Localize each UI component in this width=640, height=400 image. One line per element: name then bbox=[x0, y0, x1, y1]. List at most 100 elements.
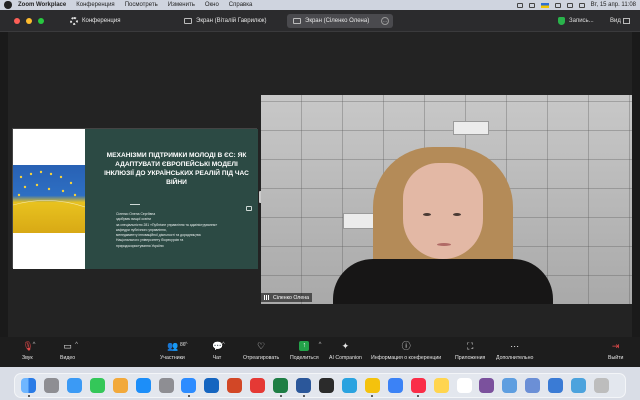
share-screen-button[interactable]: ↑ Поделиться ^ bbox=[290, 341, 322, 365]
menu-item-edit[interactable]: Изменить bbox=[168, 2, 195, 8]
finder-icon[interactable] bbox=[21, 378, 36, 393]
mail-icon[interactable] bbox=[387, 378, 403, 393]
menu-item-help[interactable]: Справка bbox=[229, 2, 253, 8]
ceiling-lamp bbox=[453, 121, 489, 135]
running-indicator bbox=[371, 395, 374, 397]
excel-icon[interactable] bbox=[273, 378, 289, 393]
leave-label: Выйти bbox=[608, 355, 624, 361]
mute-button[interactable]: 🎙 Звук ^ bbox=[22, 341, 36, 365]
chat-label: Чат bbox=[212, 355, 222, 361]
chrome-icon[interactable] bbox=[364, 378, 380, 393]
react-button[interactable]: ♡ Отреагировать bbox=[243, 341, 279, 365]
menu-item-conference[interactable]: Конференция bbox=[76, 2, 114, 8]
running-indicator bbox=[27, 395, 30, 397]
chat-icon: 💬 bbox=[212, 341, 224, 351]
participant-name: Сіленко Олена bbox=[273, 294, 309, 301]
downloads-icon[interactable] bbox=[548, 378, 564, 393]
menu-app[interactable]: Zoom Workplace bbox=[18, 2, 66, 8]
share-label: Поделиться bbox=[290, 355, 319, 361]
menu-bar: Zoom Workplace Конференция Посмотреть Из… bbox=[0, 0, 640, 10]
search-icon[interactable] bbox=[566, 2, 573, 8]
running-indicator bbox=[279, 395, 282, 397]
chevron-up-icon[interactable]: ^ bbox=[33, 342, 36, 348]
preview-icon[interactable] bbox=[502, 378, 518, 393]
leave-button[interactable]: ⇥ Выйти bbox=[608, 341, 623, 365]
photos-icon[interactable] bbox=[112, 378, 128, 393]
apps-button[interactable]: ⛶ Приложения bbox=[455, 341, 485, 365]
share-arrow-icon: ↑ bbox=[299, 341, 310, 351]
menubar-clock[interactable]: Вт, 15 апр. 11:08 bbox=[591, 2, 636, 8]
files-icon[interactable] bbox=[525, 378, 541, 393]
chevron-up-icon[interactable]: ^ bbox=[319, 342, 322, 348]
conference-icon bbox=[70, 17, 78, 25]
calendar-icon[interactable] bbox=[456, 378, 472, 393]
safari-icon[interactable] bbox=[66, 378, 82, 393]
heart-icon: ♡ bbox=[257, 341, 266, 351]
control-center-icon[interactable] bbox=[578, 2, 585, 8]
terminal-icon[interactable] bbox=[319, 378, 334, 393]
slide-divider bbox=[130, 204, 140, 205]
participant-face bbox=[403, 163, 483, 259]
menu-item-window[interactable]: Окно bbox=[205, 2, 219, 8]
video-button[interactable]: ▭ Видео ^ bbox=[60, 341, 78, 365]
video-label: Видео bbox=[60, 355, 76, 361]
facetime-icon[interactable] bbox=[89, 378, 105, 393]
screen-tab-1-label: Экран (Віталій Гаврилюк) bbox=[196, 18, 267, 24]
signal-icon bbox=[264, 295, 270, 300]
more-button[interactable]: ⋯ Дополнительно bbox=[496, 341, 533, 365]
battery-icon[interactable] bbox=[516, 2, 523, 8]
eye bbox=[423, 213, 431, 216]
telegram-icon[interactable] bbox=[341, 378, 357, 393]
chevron-up-icon[interactable]: ^ bbox=[222, 342, 225, 348]
apps-icon: ⛶ bbox=[467, 341, 474, 351]
conference-label: Конференция bbox=[82, 18, 121, 24]
powerpoint-icon[interactable] bbox=[227, 378, 243, 393]
screen-icon[interactable] bbox=[528, 2, 535, 8]
more-label: Дополнительно bbox=[496, 355, 534, 361]
conference-tab[interactable]: Конференция bbox=[70, 14, 120, 28]
ai-companion-button[interactable]: ✦ AI Companion bbox=[329, 341, 362, 365]
zoom-window-button[interactable] bbox=[38, 18, 44, 24]
appstore-icon[interactable] bbox=[135, 378, 151, 393]
meeting-info-button[interactable]: ⓘ Информация о конференции bbox=[371, 341, 441, 365]
launchpad-icon[interactable] bbox=[43, 378, 59, 393]
menu-item-view[interactable]: Посмотреть bbox=[125, 2, 158, 8]
screen-tab-2[interactable]: Экран (Сіленко Олена) … bbox=[287, 14, 393, 28]
word-icon[interactable] bbox=[296, 378, 312, 393]
wifi-icon[interactable] bbox=[554, 2, 561, 8]
slide-title: МЕХАНІЗМИ ПІДТРИМКИ МОЛОДІ В ЄС: ЯК АДАП… bbox=[104, 152, 249, 186]
slide-body: Сіленко Олена Сергіївна здобувач вищої о… bbox=[116, 212, 250, 249]
participant-coat bbox=[333, 259, 553, 304]
window-titlebar: Конференция Экран (Віталій Гаврилюк) Экр… bbox=[0, 10, 640, 32]
participants-count: 86 bbox=[180, 342, 186, 348]
screen-share-icon bbox=[184, 18, 192, 24]
record-indicator[interactable]: Запись... bbox=[558, 14, 594, 28]
screen-tab-1[interactable]: Экран (Віталій Гаврилюк) bbox=[178, 14, 273, 28]
music-icon[interactable] bbox=[410, 378, 426, 393]
view-button[interactable]: Вид bbox=[610, 14, 630, 28]
zoom-icon[interactable] bbox=[181, 378, 197, 393]
close-window-button[interactable] bbox=[14, 18, 20, 24]
apple-icon[interactable] bbox=[4, 1, 12, 9]
settings-icon[interactable] bbox=[158, 378, 174, 393]
chevron-up-icon[interactable]: ^ bbox=[75, 342, 78, 348]
grid-icon bbox=[622, 18, 630, 24]
microphone-muted-icon: 🎙 bbox=[22, 341, 34, 351]
pdf-icon[interactable] bbox=[250, 378, 266, 393]
minimize-window-button[interactable] bbox=[26, 18, 32, 24]
screen-share-icon bbox=[293, 18, 301, 24]
trash-icon[interactable] bbox=[594, 378, 610, 393]
chat-button[interactable]: 💬 Чат ^ bbox=[212, 341, 225, 365]
mute-label: Звук bbox=[22, 355, 33, 361]
dock bbox=[14, 373, 626, 398]
folder-icon[interactable] bbox=[571, 378, 587, 393]
participant-figure bbox=[333, 147, 553, 304]
participant-video[interactable] bbox=[261, 95, 632, 304]
keyboard-layout-icon[interactable] bbox=[540, 2, 549, 8]
viber-icon[interactable] bbox=[479, 378, 495, 393]
notes-icon[interactable] bbox=[433, 378, 449, 393]
ai-label: AI Companion bbox=[329, 355, 362, 361]
slide-body-line: природокористування України bbox=[116, 243, 164, 248]
tab-more-icon[interactable]: … bbox=[381, 17, 389, 25]
outlook-icon[interactable] bbox=[204, 378, 220, 393]
